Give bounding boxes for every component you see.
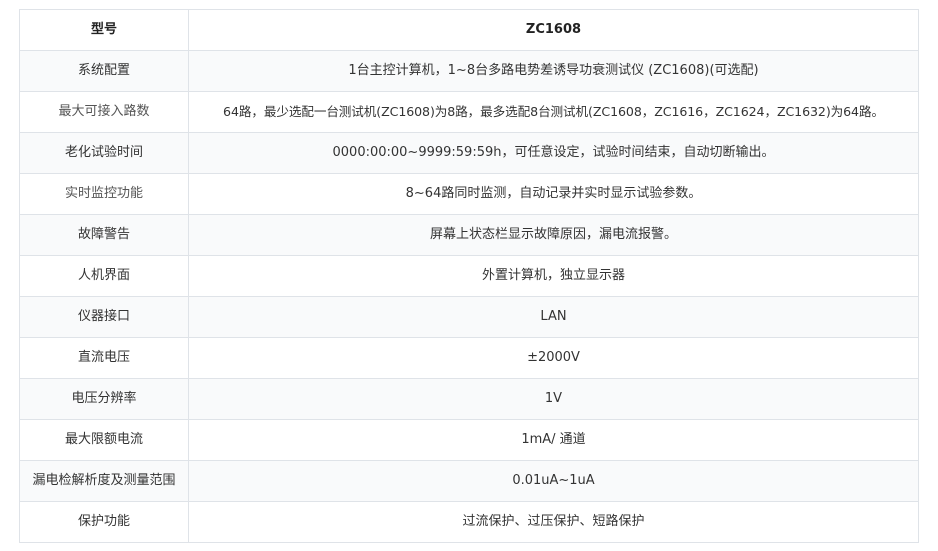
row-label: 保护功能 <box>19 501 189 543</box>
row-value: ±2000V <box>188 337 919 379</box>
header-label: 型号 <box>19 9 189 51</box>
row-value: 1V <box>188 378 919 420</box>
row-label: 老化试验时间 <box>19 132 189 174</box>
row-label: 漏电检解析度及测量范围 <box>19 460 189 502</box>
table-row: 直流电压 ±2000V <box>19 337 919 379</box>
row-value: 屏幕上状态栏显示故障原因，漏电流报警。 <box>188 214 919 256</box>
table-row: 实时监控功能 8~64路同时监测，自动记录并实时显示试验参数。 <box>19 173 919 215</box>
row-value: 8~64路同时监测，自动记录并实时显示试验参数。 <box>188 173 919 215</box>
table-row: 漏电检解析度及测量范围 0.01uA~1uA <box>19 460 919 502</box>
row-value: 64路，最少选配一台测试机(ZC1608)为8路，最多选配8台测试机(ZC160… <box>188 91 919 133</box>
row-label: 最大可接入路数 <box>19 91 189 133</box>
table-row: 保护功能 过流保护、过压保护、短路保护 <box>19 501 919 543</box>
row-label: 直流电压 <box>19 337 189 379</box>
row-value: 1mA/ 通道 <box>188 419 919 461</box>
table-row: 最大限额电流 1mA/ 通道 <box>19 419 919 461</box>
row-label: 系统配置 <box>19 50 189 92</box>
table-row: 系统配置 1台主控计算机，1~8台多路电势差诱导功衰测试仪 (ZC1608)(可… <box>19 50 919 92</box>
table-header-row: 型号 ZC1608 <box>19 9 919 51</box>
row-value: 过流保护、过压保护、短路保护 <box>188 501 919 543</box>
table-row: 老化试验时间 0000:00:00~9999:59:59h，可任意设定，试验时间… <box>19 132 919 174</box>
row-value: LAN <box>188 296 919 338</box>
table-row: 人机界面 外置计算机，独立显示器 <box>19 255 919 297</box>
row-value: 1台主控计算机，1~8台多路电势差诱导功衰测试仪 (ZC1608)(可选配) <box>188 50 919 92</box>
row-label: 仪器接口 <box>19 296 189 338</box>
row-label: 最大限额电流 <box>19 419 189 461</box>
row-label: 电压分辨率 <box>19 378 189 420</box>
row-label: 故障警告 <box>19 214 189 256</box>
row-label: 实时监控功能 <box>19 173 189 215</box>
table-row: 电压分辨率 1V <box>19 378 919 420</box>
row-value: 0.01uA~1uA <box>188 460 919 502</box>
row-value: 0000:00:00~9999:59:59h，可任意设定，试验时间结束，自动切断… <box>188 132 919 174</box>
row-value: 外置计算机，独立显示器 <box>188 255 919 297</box>
table-row: 最大可接入路数 64路，最少选配一台测试机(ZC1608)为8路，最多选配8台测… <box>19 91 919 133</box>
table-row: 故障警告 屏幕上状态栏显示故障原因，漏电流报警。 <box>19 214 919 256</box>
spec-table: 型号 ZC1608 系统配置 1台主控计算机，1~8台多路电势差诱导功衰测试仪 … <box>19 9 919 543</box>
table-row: 仪器接口 LAN <box>19 296 919 338</box>
header-model-value: ZC1608 <box>188 9 919 51</box>
row-label: 人机界面 <box>19 255 189 297</box>
